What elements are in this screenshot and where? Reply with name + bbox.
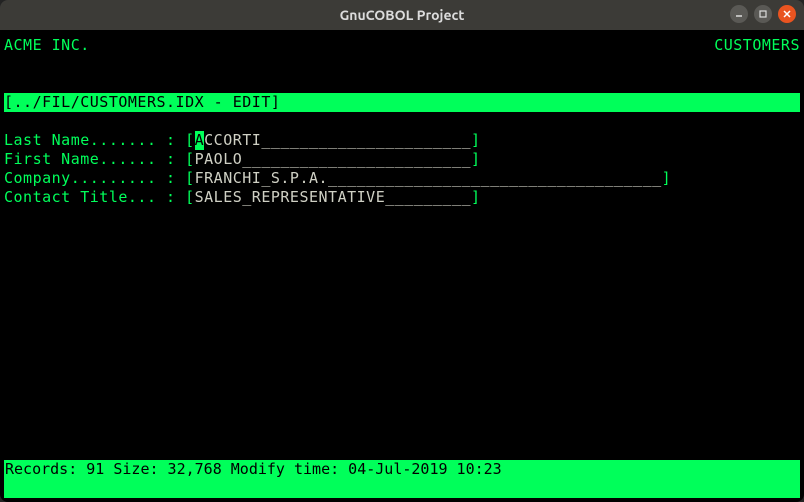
field-last-name[interactable]: Last Name....... : [ A CCORTI___________… [4, 131, 800, 150]
bracket-close: ] [471, 131, 481, 150]
status-bar: Records: 91 Size: 32,768 Modify time: 04… [4, 460, 800, 479]
field-contact-title[interactable]: Contact Title... : [ SALES_REPRESENTATIV… [4, 188, 800, 207]
field-value: FRANCHI_S.P.A.__________________________… [195, 169, 662, 188]
help-bar: [Esc] Cancel [F2] Update [F3] Detail [F1… [4, 479, 800, 498]
company-name: ACME INC. [4, 36, 90, 55]
help-pgup[interactable]: [PgUp] [637, 479, 709, 498]
blank-line [4, 112, 800, 131]
help-esc-cancel[interactable]: [Esc] Cancel [5, 479, 140, 498]
date-line: Thursday, July 4, 2019 [4, 74, 800, 93]
bottom-bars: Records: 91 Size: 32,768 Modify time: 04… [4, 460, 800, 498]
field-label: Last Name....... : [4, 131, 185, 150]
help-f12-bottom[interactable]: [F12] Bottom [511, 479, 637, 498]
bracket-close: ] [471, 150, 481, 169]
close-icon [782, 9, 792, 19]
window: GnuCOBOL Project ACME INC. CUSTOMERS Thu… [0, 0, 804, 502]
minimize-icon [734, 9, 744, 19]
help-f3-detail[interactable]: [F3] Detail [276, 479, 411, 498]
minimize-button[interactable] [730, 5, 748, 23]
field-company[interactable]: Company......... : [ FRANCHI_S.P.A._____… [4, 169, 800, 188]
field-value: SALES_REPRESENTATIVE_________ [195, 188, 471, 207]
current-date: Thursday, July 4, 2019 [590, 93, 800, 111]
bracket-open: [ [185, 188, 195, 207]
field-label: First Name...... : [4, 150, 185, 169]
window-title: GnuCOBOL Project [0, 7, 804, 23]
field-label: Company......... : [4, 169, 185, 188]
bracket-open: [ [185, 131, 195, 150]
text-cursor: A [195, 131, 205, 150]
window-controls [730, 5, 796, 23]
close-button[interactable] [778, 5, 796, 23]
header-line: ACME INC. CUSTOMERS [4, 36, 800, 55]
field-first-name[interactable]: First Name...... : [ PAOLO______________… [4, 150, 800, 169]
titlebar: GnuCOBOL Project [0, 0, 804, 30]
help-pgdn[interactable]: [PgDn] [709, 479, 763, 498]
field-value: CCORTI______________________ [204, 131, 471, 150]
maximize-icon [758, 9, 768, 19]
bracket-close: ] [471, 188, 481, 207]
help-f2-update[interactable]: [F2] Update [140, 479, 275, 498]
help-f11-top[interactable]: [F11] Top [411, 479, 510, 498]
terminal: ACME INC. CUSTOMERS Thursday, July 4, 20… [0, 30, 804, 502]
field-label: Contact Title... : [4, 188, 185, 207]
blank-line [4, 55, 800, 74]
maximize-button[interactable] [754, 5, 772, 23]
bracket-open: [ [185, 150, 195, 169]
field-value: PAOLO________________________ [195, 150, 471, 169]
bracket-open: [ [185, 169, 195, 188]
bracket-close: ] [662, 169, 672, 188]
screen-name: CUSTOMERS [714, 36, 800, 55]
